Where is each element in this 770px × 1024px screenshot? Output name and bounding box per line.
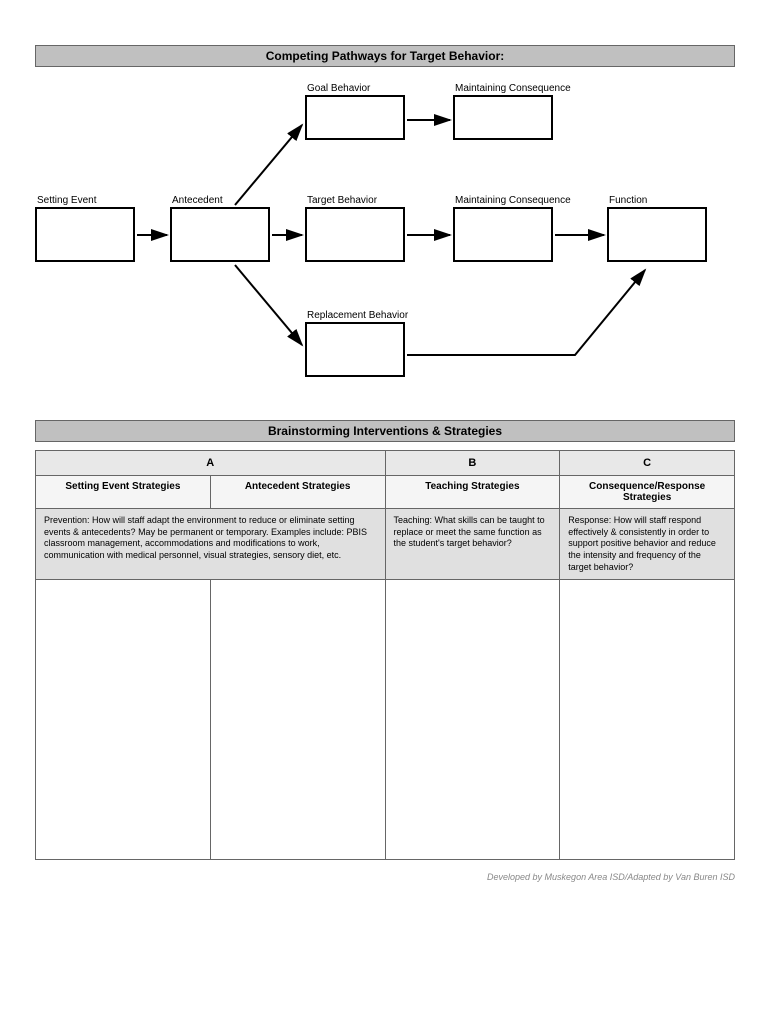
teaching-strategies-cell[interactable] bbox=[385, 580, 560, 860]
maintaining-consequence-mid-label: Maintaining Consequence bbox=[453, 195, 571, 206]
col-a-header: A bbox=[36, 451, 386, 476]
replacement-behavior-label: Replacement Behavior bbox=[305, 310, 408, 321]
goal-behavior-box[interactable] bbox=[305, 95, 405, 140]
setting-event-box[interactable] bbox=[35, 207, 135, 262]
strategies-table: A B C Setting Event Strategies Anteceden… bbox=[35, 450, 735, 860]
col-b-header: B bbox=[385, 451, 560, 476]
response-desc: Response: How will staff respond effecti… bbox=[560, 509, 735, 580]
antecedent-label: Antecedent bbox=[170, 195, 270, 206]
setting-event-label: Setting Event bbox=[35, 195, 135, 206]
prevention-desc: Prevention: How will staff adapt the env… bbox=[36, 509, 386, 580]
pathways-header: Competing Pathways for Target Behavior: bbox=[35, 45, 735, 67]
teaching-desc: Teaching: What skills can be taught to r… bbox=[385, 509, 560, 580]
maintaining-consequence-mid-box[interactable] bbox=[453, 207, 553, 262]
antecedent-box[interactable] bbox=[170, 207, 270, 262]
setting-event-strategies-header: Setting Event Strategies bbox=[36, 476, 211, 509]
teaching-strategies-header: Teaching Strategies bbox=[385, 476, 560, 509]
pathways-diagram: Goal Behavior Maintaining Consequence Se… bbox=[35, 75, 735, 405]
function-label: Function bbox=[607, 195, 707, 206]
footer-credit: Developed by Muskegon Area ISD/Adapted b… bbox=[35, 872, 735, 882]
function-box[interactable] bbox=[607, 207, 707, 262]
setting-event-strategies-cell[interactable] bbox=[36, 580, 211, 860]
maintaining-consequence-top-box[interactable] bbox=[453, 95, 553, 140]
strategies-header: Brainstorming Interventions & Strategies bbox=[35, 420, 735, 442]
antecedent-strategies-cell[interactable] bbox=[210, 580, 385, 860]
replacement-behavior-box[interactable] bbox=[305, 322, 405, 377]
goal-behavior-label: Goal Behavior bbox=[305, 83, 405, 94]
col-c-header: C bbox=[560, 451, 735, 476]
antecedent-strategies-header: Antecedent Strategies bbox=[210, 476, 385, 509]
target-behavior-box[interactable] bbox=[305, 207, 405, 262]
consequence-strategies-header: Consequence/Response Strategies bbox=[560, 476, 735, 509]
maintaining-consequence-top-label: Maintaining Consequence bbox=[453, 83, 571, 94]
target-behavior-label: Target Behavior bbox=[305, 195, 405, 206]
consequence-strategies-cell[interactable] bbox=[560, 580, 735, 860]
